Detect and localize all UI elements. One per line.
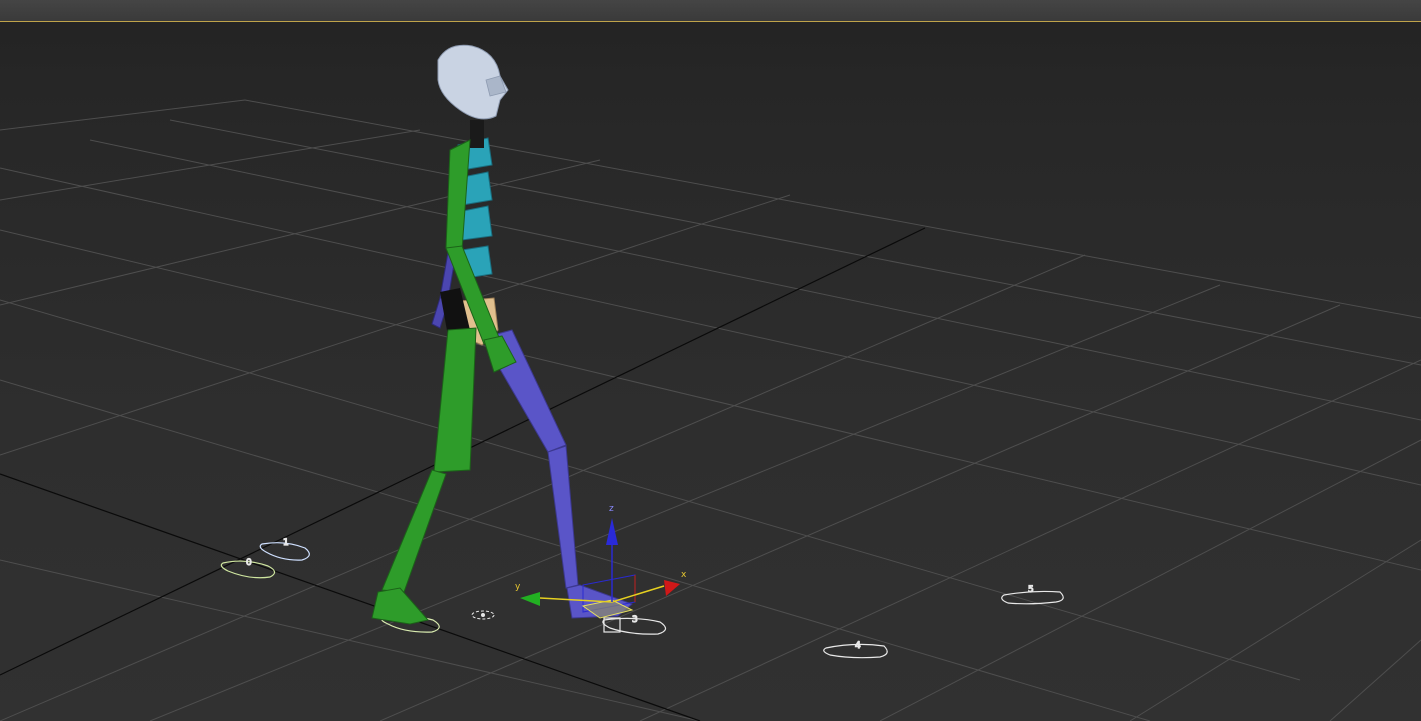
footstep-label-5: 5 xyxy=(1028,585,1034,595)
biped-head[interactable] xyxy=(437,44,509,120)
footstep-label-3: 3 xyxy=(632,615,638,625)
gizmo-x-label: x xyxy=(681,570,687,580)
footstep-label-0: 0 xyxy=(246,558,252,568)
gizmo-x-axis-line[interactable] xyxy=(611,585,665,603)
footstep-label-4: 4 xyxy=(855,641,861,651)
ground-grid xyxy=(0,99,1421,721)
perspective-viewport[interactable]: 0 1 2 3 4 5 xyxy=(0,0,1421,721)
footstep-label-1: 1 xyxy=(283,538,289,548)
scene-canvas[interactable]: 0 1 2 3 4 5 xyxy=(0,0,1421,721)
footstep-5[interactable]: 5 xyxy=(1001,584,1064,605)
biped-right-leg[interactable] xyxy=(481,329,633,619)
gizmo-y-arrow[interactable] xyxy=(520,592,540,606)
center-of-mass-marker[interactable] xyxy=(471,610,495,620)
gizmo-x-arrow[interactable] xyxy=(664,580,680,596)
footstep-4[interactable]: 4 xyxy=(823,640,888,659)
footstep-1[interactable]: 1 xyxy=(259,537,310,561)
gizmo-z-label: z xyxy=(609,504,614,514)
transform-gizmo[interactable]: x y z xyxy=(515,504,687,619)
footstep-3[interactable]: 3 xyxy=(602,614,667,635)
gizmo-y-label: y xyxy=(515,582,521,592)
biped-left-leg[interactable] xyxy=(371,327,477,625)
